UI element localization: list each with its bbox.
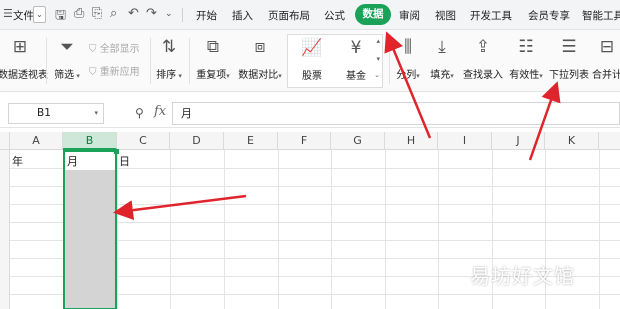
arrow-to-data-tab: [384, 31, 432, 139]
arrow-to-column-b: [113, 194, 247, 221]
watermark-text: 易坊好文馆: [470, 264, 575, 288]
arrow-to-dropdown-list: [528, 81, 561, 161]
